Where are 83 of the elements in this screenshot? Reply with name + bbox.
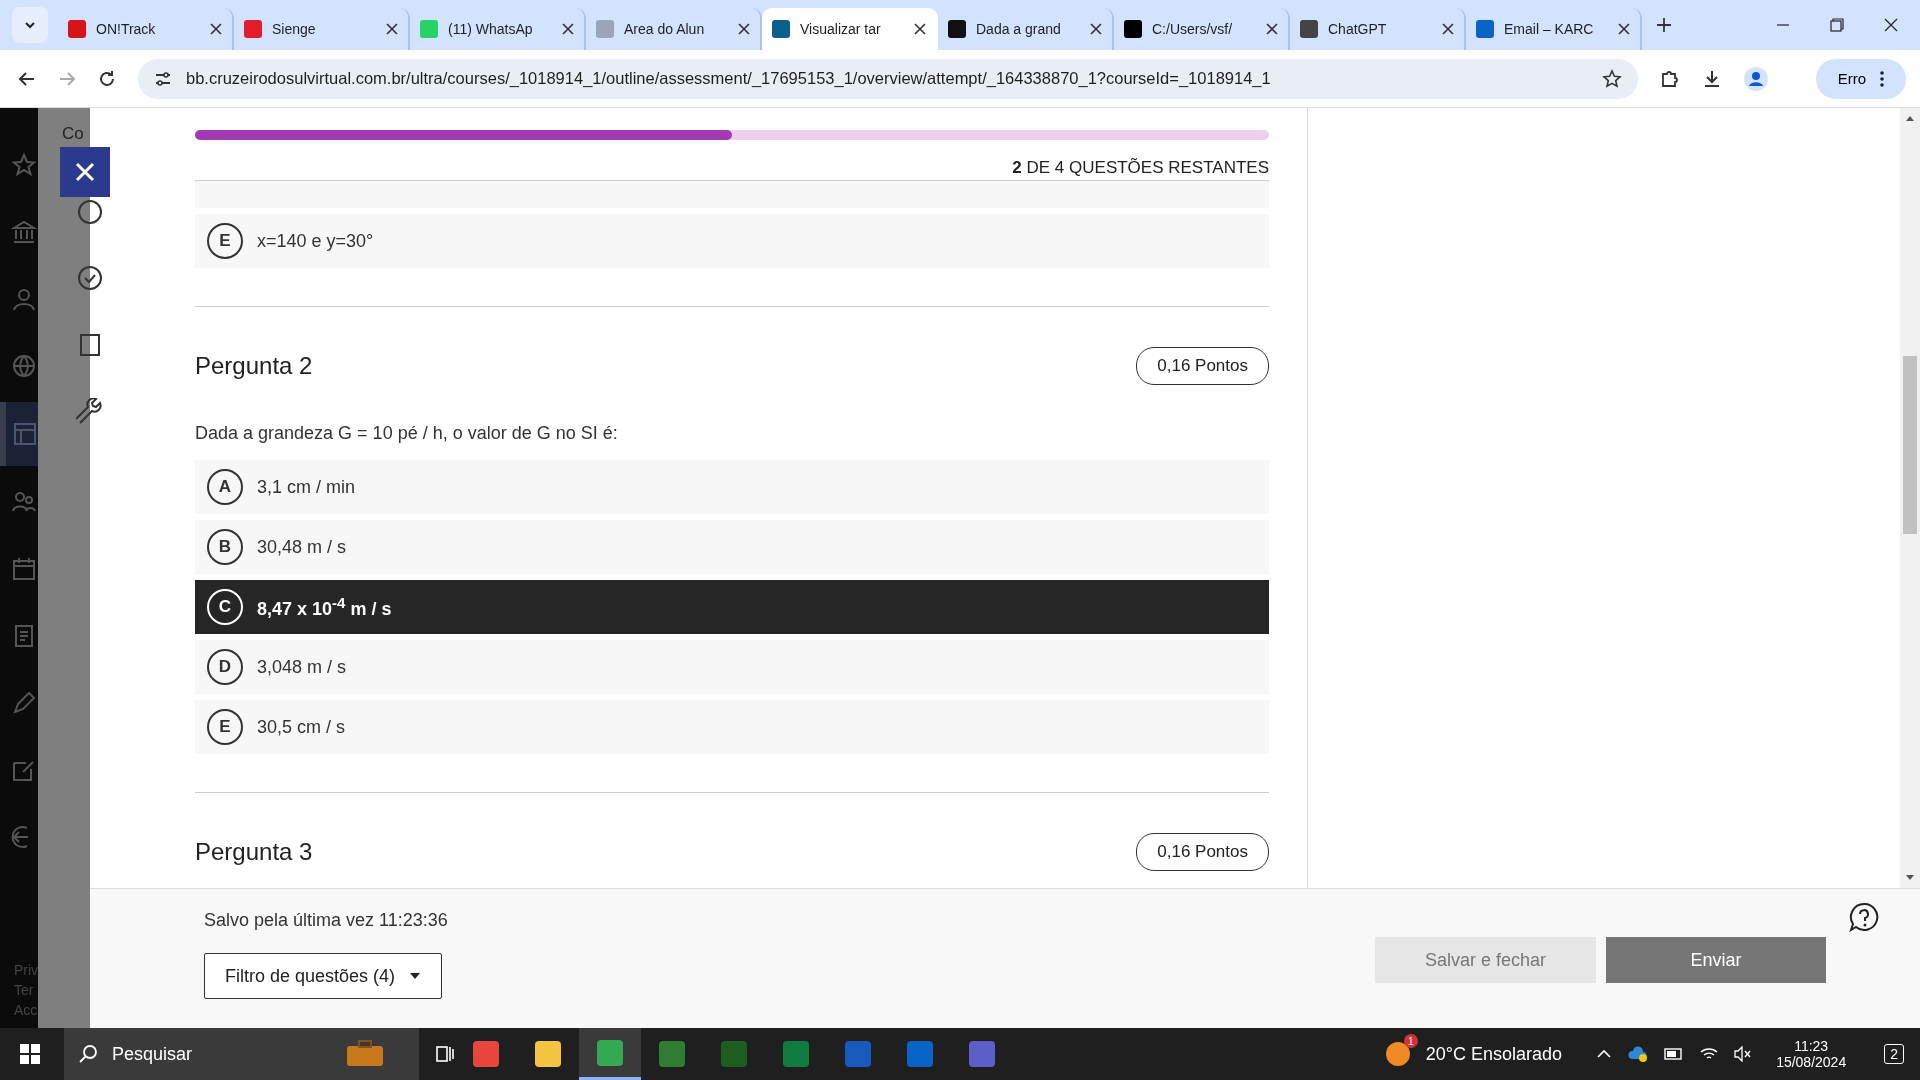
option-letter: E	[207, 223, 243, 259]
star-icon[interactable]	[11, 152, 37, 178]
option-letter: B	[207, 529, 243, 565]
restore-icon[interactable]	[1830, 18, 1844, 32]
weather-icon[interactable]	[1385, 1042, 1410, 1066]
scrollbar-thumb[interactable]	[1903, 356, 1917, 534]
answer-option[interactable]: B 30,48 m / s	[195, 520, 1269, 574]
clock-date[interactable]: 15/08/2024	[1776, 1054, 1847, 1070]
close-button[interactable]	[60, 147, 110, 197]
pencil-icon[interactable]	[11, 690, 37, 716]
option-text: 30,48 m / s	[257, 536, 347, 558]
option-letter: D	[207, 649, 243, 685]
more-icon	[1880, 70, 1885, 87]
close-icon[interactable]	[738, 23, 750, 35]
course-title: Co	[62, 124, 84, 144]
question-text: Dada a grandeza G = 10 pé / h, o valor de G no SI é:	[195, 423, 619, 444]
muted-speaker-icon[interactable]	[1734, 1046, 1753, 1062]
option-text: 3,048 m / s	[257, 656, 347, 678]
option-letter: C	[207, 589, 243, 625]
answer-option[interactable]: E x=140 e y=30°	[195, 214, 1269, 268]
option-text: 8,47 x 10$^{-4}$ m / s	[257, 594, 392, 620]
weather-text[interactable]: 20°C Ensolarado	[1425, 1043, 1563, 1065]
remaining-questions-text: 2 DE 4 QUESTÕES RESTANTES	[1012, 158, 1269, 178]
windows-start-icon[interactable]	[20, 1044, 40, 1064]
answer-option[interactable]: A 3,1 cm / min	[195, 460, 1269, 514]
address-bar[interactable]: bb.cruzeirodosulvirtual.com.br/ultra/courses/_1018914_1/outline/assessment/_17695153_1/overview/attempt/_164338870_1?courseId=_1018914_1	[138, 58, 1638, 99]
option-text: 30,5 cm / s	[257, 716, 346, 738]
close-icon[interactable]	[210, 23, 222, 35]
question-title: Pergunta 2	[195, 352, 313, 380]
close-icon[interactable]	[914, 23, 926, 35]
save-and-close-button[interactable]: Salvar e fechar	[1375, 937, 1596, 983]
close-icon[interactable]	[386, 23, 398, 35]
profile-error-button[interactable]: Erro	[1816, 58, 1906, 99]
calendar-icon[interactable]	[11, 556, 37, 582]
question-filter-dropdown[interactable]: Filtro de questões (4)	[204, 953, 442, 999]
answer-option[interactable]: D 3,048 m / s	[195, 640, 1269, 694]
submit-button[interactable]: Enviar	[1606, 937, 1826, 983]
person-icon[interactable]	[11, 286, 37, 312]
close-icon[interactable]	[1090, 23, 1102, 35]
reload-icon[interactable]	[98, 69, 116, 88]
site-settings-icon[interactable]	[154, 69, 172, 88]
layout-icon	[12, 421, 38, 447]
search-icon	[78, 1044, 98, 1064]
globe-icon[interactable]	[11, 353, 37, 379]
bookmark-star-icon[interactable]	[1602, 68, 1622, 89]
close-icon[interactable]	[1618, 23, 1630, 35]
option-letter: A	[207, 469, 243, 505]
last-saved-text: Salvo pela última vez 11:23:36	[204, 910, 448, 931]
wrench-icon[interactable]	[76, 398, 104, 426]
close-icon[interactable]	[1442, 23, 1454, 35]
browser-tab[interactable]: Visualizar tar	[762, 8, 938, 50]
taskbar-search-field[interactable]: Pesquisar	[64, 1028, 419, 1080]
scroll-up-arrow-icon[interactable]	[1905, 114, 1915, 122]
download-icon[interactable]	[1702, 68, 1722, 89]
points-badge: 0,16 Pontos	[1136, 347, 1269, 385]
task-view-icon[interactable]	[433, 1043, 455, 1065]
option-text: 3,1 cm / min	[257, 476, 356, 498]
building-icon[interactable]	[11, 219, 37, 245]
extensions-icon[interactable]	[1660, 68, 1680, 89]
scroll-down-arrow-icon[interactable]	[1905, 874, 1915, 882]
back-icon[interactable]	[18, 69, 36, 88]
url-text: bb.cruzeirodosulvirtual.com.br/ultra/courses/_1018914_1/outline/assessment/_17695153_1/overview/attempt/_164338870_1?courseId=_1018914_1	[186, 69, 1272, 88]
notification-count[interactable]: 2	[1884, 1044, 1904, 1064]
close-icon[interactable]	[1884, 18, 1898, 32]
cloud-icon[interactable]	[1628, 1046, 1649, 1062]
profile-icon[interactable]	[1744, 66, 1768, 91]
answer-option[interactable]: C 8,47 x 10$^{-4}$ m / s	[195, 580, 1269, 634]
clock-time[interactable]: 11:23	[1794, 1038, 1829, 1054]
option-letter: E	[207, 709, 243, 745]
weather-badge: 1	[1403, 1034, 1418, 1048]
new-tab-icon[interactable]	[1656, 17, 1672, 33]
close-icon	[74, 161, 96, 183]
close-icon[interactable]	[562, 23, 574, 35]
caret-icon	[409, 972, 422, 980]
question-title: Pergunta 3	[195, 838, 313, 866]
battery-icon[interactable]	[1664, 1047, 1685, 1061]
briefcase-icon[interactable]	[345, 1040, 385, 1068]
points-badge: 0,16 Pontos	[1136, 833, 1269, 871]
check-icon[interactable]	[76, 264, 104, 292]
answer-option[interactable]: E 30,5 cm / s	[195, 700, 1269, 754]
option-text: x=140 e y=30°	[257, 230, 374, 252]
close-icon[interactable]	[1266, 23, 1278, 35]
help-icon[interactable]	[1848, 901, 1880, 933]
